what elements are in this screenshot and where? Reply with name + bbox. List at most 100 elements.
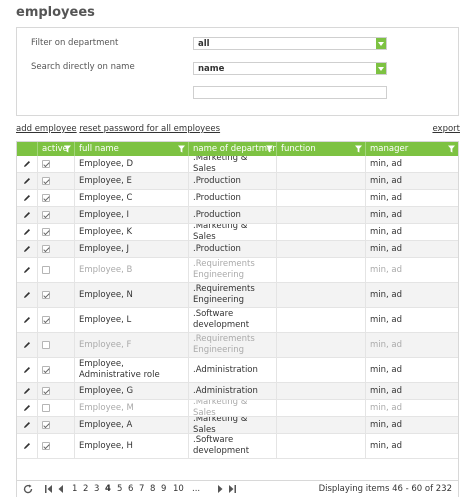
active-checkbox[interactable] — [42, 160, 50, 168]
active-checkbox[interactable] — [42, 211, 50, 219]
edit-cell[interactable] — [17, 417, 37, 433]
page-number[interactable]: 10 — [173, 484, 184, 494]
edit-icon[interactable] — [23, 366, 31, 374]
active-checkbox[interactable] — [42, 194, 50, 202]
table-row[interactable]: Employee, G .Administration min, ad — [17, 383, 458, 400]
next-page-icon[interactable] — [216, 485, 224, 493]
edit-cell[interactable] — [17, 173, 37, 189]
page-number[interactable]: 7 — [139, 484, 144, 494]
add-employee-link[interactable]: add employee — [16, 124, 77, 134]
table-row[interactable]: Employee, N .Requirements Engineering min,… — [17, 283, 458, 308]
active-checkbox[interactable] — [42, 177, 50, 185]
edit-cell[interactable] — [17, 434, 37, 458]
active-checkbox[interactable] — [42, 421, 50, 429]
active-checkbox[interactable] — [42, 387, 50, 395]
previous-page-icon[interactable] — [57, 485, 65, 493]
edit-cell[interactable] — [17, 283, 37, 307]
table-row[interactable]: Employee, M .Marketing & Sales min, ad — [17, 400, 458, 417]
page-number[interactable]: ... — [192, 484, 200, 494]
active-cell — [37, 383, 74, 399]
search-input[interactable] — [193, 86, 387, 99]
active-checkbox[interactable] — [42, 228, 50, 236]
edit-icon[interactable] — [23, 228, 31, 236]
filter-icon[interactable] — [355, 145, 362, 153]
page-number[interactable]: 3 — [94, 484, 99, 494]
last-page-icon[interactable] — [228, 485, 236, 493]
active-checkbox[interactable] — [42, 442, 50, 450]
header-full-name[interactable]: full name — [74, 142, 188, 156]
edit-cell[interactable] — [17, 156, 37, 172]
page-number[interactable]: 8 — [150, 484, 155, 494]
edit-icon[interactable] — [23, 404, 31, 412]
page-number[interactable]: 4 — [105, 484, 111, 494]
page-number[interactable]: 1 — [72, 484, 77, 494]
edit-cell[interactable] — [17, 258, 37, 282]
page-number[interactable]: 9 — [161, 484, 166, 494]
edit-cell[interactable] — [17, 333, 37, 357]
edit-icon[interactable] — [23, 442, 31, 450]
edit-icon[interactable] — [23, 211, 31, 219]
edit-cell[interactable] — [17, 358, 37, 382]
export-link[interactable]: export — [432, 124, 460, 134]
filter-icon[interactable] — [266, 145, 273, 153]
page-number[interactable]: 6 — [128, 484, 133, 494]
table-row[interactable]: Employee, K .Marketing & Sales min, ad — [17, 224, 458, 241]
edit-icon[interactable] — [23, 177, 31, 185]
active-checkbox[interactable] — [42, 341, 50, 349]
chevron-down-icon[interactable] — [376, 38, 386, 49]
chevron-down-icon[interactable] — [376, 63, 386, 74]
page-number[interactable]: 2 — [83, 484, 88, 494]
table-row[interactable]: Employee, L .Software development min, ad — [17, 308, 458, 333]
edit-icon[interactable] — [23, 194, 31, 202]
header-manager[interactable]: manager — [365, 142, 458, 156]
edit-icon[interactable] — [23, 387, 31, 395]
function-cell — [276, 258, 365, 282]
edit-icon[interactable] — [23, 421, 31, 429]
filter-icon[interactable] — [64, 145, 71, 153]
active-checkbox[interactable] — [42, 366, 50, 374]
edit-icon[interactable] — [23, 291, 31, 299]
edit-cell[interactable] — [17, 241, 37, 257]
table-row[interactable]: Employee, D .Marketing & Sales min, ad — [17, 156, 458, 173]
table-row[interactable]: Employee, E .Production min, ad — [17, 173, 458, 190]
active-checkbox[interactable] — [42, 404, 50, 412]
edit-icon[interactable] — [23, 316, 31, 324]
function-cell — [276, 400, 365, 416]
reset-password-link[interactable]: reset password for all employees — [79, 124, 220, 134]
active-checkbox[interactable] — [42, 245, 50, 253]
filter-icon[interactable] — [178, 145, 185, 153]
edit-cell[interactable] — [17, 224, 37, 240]
edit-icon[interactable] — [23, 266, 31, 274]
refresh-icon[interactable] — [23, 484, 33, 494]
edit-icon[interactable] — [23, 245, 31, 253]
active-checkbox[interactable] — [42, 316, 50, 324]
header-department[interactable]: name of department — [188, 142, 276, 156]
active-checkbox[interactable] — [42, 291, 50, 299]
table-row[interactable]: Employee, H .Software development min, ad — [17, 434, 458, 459]
active-checkbox[interactable] — [42, 266, 50, 274]
table-row[interactable]: Employee, Administrative role .Administra… — [17, 358, 458, 383]
table-row[interactable]: Employee, C .Production min, ad — [17, 190, 458, 207]
manager-cell: min, ad — [365, 241, 458, 257]
function-cell — [276, 283, 365, 307]
edit-cell[interactable] — [17, 400, 37, 416]
first-page-icon[interactable] — [45, 485, 53, 493]
table-row[interactable]: Employee, J .Production min, ad — [17, 241, 458, 258]
page-number[interactable]: 5 — [117, 484, 122, 494]
edit-icon[interactable] — [23, 341, 31, 349]
edit-icon[interactable] — [23, 160, 31, 168]
edit-cell[interactable] — [17, 207, 37, 223]
department-select[interactable]: all — [193, 37, 387, 50]
edit-cell[interactable] — [17, 383, 37, 399]
active-cell — [37, 417, 74, 433]
edit-cell[interactable] — [17, 190, 37, 206]
table-row[interactable]: Employee, B .Requirements Engineering min,… — [17, 258, 458, 283]
filter-icon[interactable] — [448, 145, 455, 153]
table-row[interactable]: Employee, F .Requirements Engineering min,… — [17, 333, 458, 358]
table-row[interactable]: Employee, A .Marketing & Sales min, ad — [17, 417, 458, 434]
search-field-select[interactable]: name — [193, 62, 387, 75]
header-active[interactable]: active — [37, 142, 74, 156]
header-function[interactable]: function — [276, 142, 365, 156]
table-row[interactable]: Employee, I .Production min, ad — [17, 207, 458, 224]
edit-cell[interactable] — [17, 308, 37, 332]
